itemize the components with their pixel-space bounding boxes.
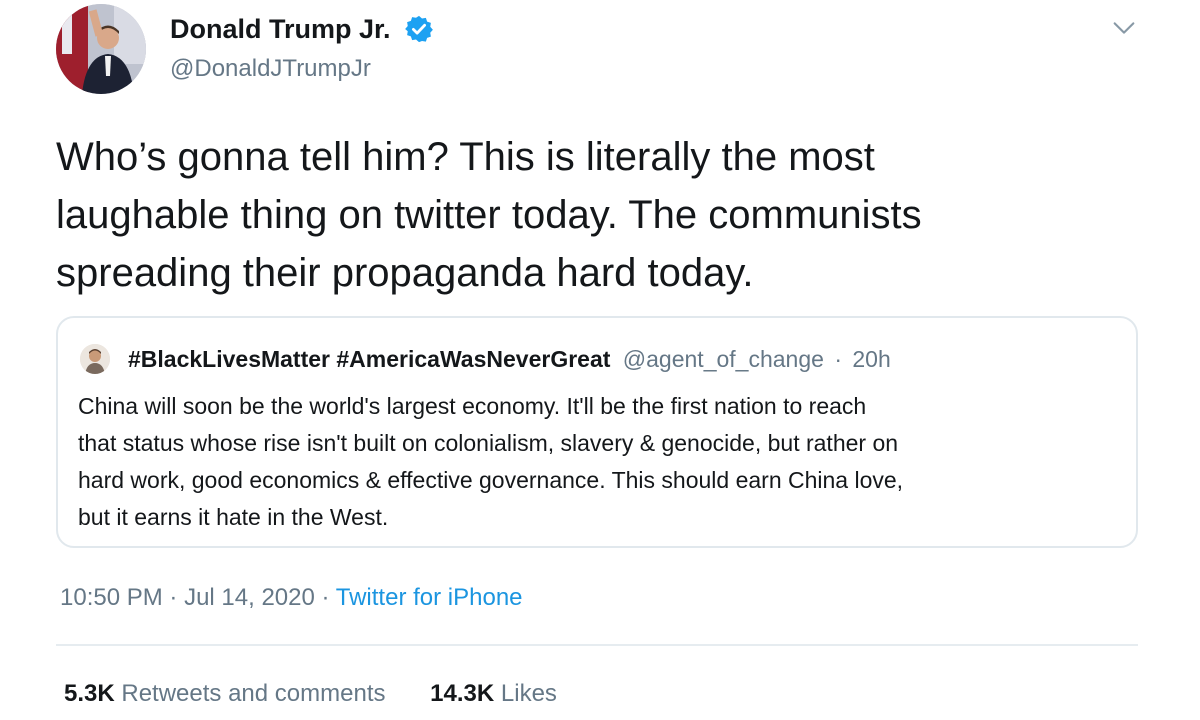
quoted-timestamp: 20h xyxy=(852,346,891,372)
quoted-separator: · xyxy=(834,346,842,372)
likes-count: 14.3K xyxy=(430,680,495,707)
tweet-stats: 5.3K Retweets and comments 14.3K Likes xyxy=(64,680,595,708)
quoted-tweet-header: #BlackLivesMatter #AmericaWasNeverGreat … xyxy=(128,344,891,374)
retweets-label: Retweets and comments xyxy=(121,680,386,707)
quoted-text-line: China will soon be the world's largest e… xyxy=(78,393,867,419)
quoted-text-line: hard work, good economics & effective go… xyxy=(78,467,904,493)
divider xyxy=(56,644,1138,646)
retweets-count: 5.3K xyxy=(64,680,115,707)
tweet-date[interactable]: Jul 14, 2020 xyxy=(184,584,315,611)
author-name[interactable]: Donald Trump Jr. xyxy=(170,14,391,45)
meta-separator: · xyxy=(169,584,178,611)
quoted-author-avatar xyxy=(80,344,110,374)
tweet-card: Donald Trump Jr. @DonaldJTrumpJr Who’s g… xyxy=(0,0,1200,720)
tweet-text-line: Who’s gonna tell him? This is literally … xyxy=(56,135,875,179)
tweet-text-line: spreading their propaganda hard today. xyxy=(56,251,754,295)
likes-stat[interactable]: 14.3K Likes xyxy=(430,680,557,707)
tweet-metadata: 10:50 PM · Jul 14, 2020 · Twitter for iP… xyxy=(60,584,523,612)
quoted-tweet-text: China will soon be the world's largest e… xyxy=(78,388,1118,536)
tweet-text: Who’s gonna tell him? This is literally … xyxy=(56,128,1156,302)
tweet-text-line: laughable thing on twitter today. The co… xyxy=(56,193,922,237)
quoted-author-name: #BlackLivesMatter #AmericaWasNeverGreat xyxy=(128,346,611,372)
author-avatar[interactable] xyxy=(56,4,146,94)
author-handle[interactable]: @DonaldJTrumpJr xyxy=(170,55,371,83)
quoted-author-handle: @agent_of_change xyxy=(622,346,824,372)
chevron-down-icon[interactable] xyxy=(1110,14,1138,42)
likes-label: Likes xyxy=(500,680,557,707)
retweets-stat[interactable]: 5.3K Retweets and comments xyxy=(64,680,392,707)
quoted-tweet[interactable]: #BlackLivesMatter #AmericaWasNeverGreat … xyxy=(56,316,1138,548)
tweet-source-link[interactable]: Twitter for iPhone xyxy=(336,584,523,611)
quoted-text-line: but it earns it hate in the West. xyxy=(78,504,389,530)
meta-separator: · xyxy=(321,584,330,611)
tweet-time[interactable]: 10:50 PM xyxy=(60,584,163,611)
quoted-text-line: that status whose rise isn't built on co… xyxy=(78,430,899,456)
verified-badge-icon xyxy=(405,15,433,43)
